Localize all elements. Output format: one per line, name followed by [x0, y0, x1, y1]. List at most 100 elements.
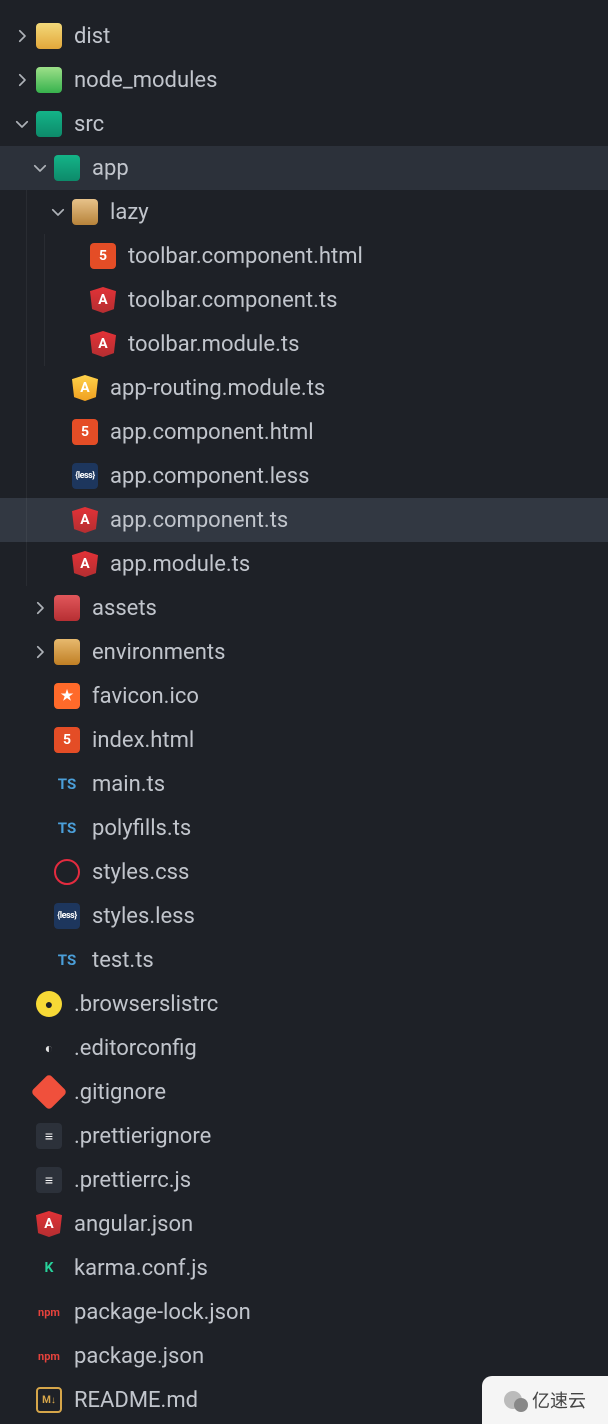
indent — [0, 410, 44, 454]
tree-item[interactable]: TS polyfills.ts — [0, 806, 608, 850]
tree-item[interactable]: 5 app.component.html — [0, 410, 608, 454]
tree-item-label: main.ts — [92, 772, 165, 797]
chevron-down-icon[interactable] — [26, 159, 54, 177]
npm-icon: npm — [36, 1299, 62, 1325]
tree-item-label: src — [74, 112, 104, 137]
tree-item[interactable]: 5 toolbar.component.html — [0, 234, 608, 278]
tree-item[interactable]: ≡ .prettierrc.js — [0, 1158, 608, 1202]
indent — [0, 806, 26, 850]
chevron-down-icon[interactable] — [44, 203, 72, 221]
tree-item[interactable]: Atoolbar.component.ts — [0, 278, 608, 322]
tree-item-label: polyfills.ts — [92, 816, 191, 841]
watermark: 亿速云 — [482, 1376, 608, 1424]
angular-ts-icon: A — [90, 287, 116, 313]
tree-item[interactable]: ★favicon.ico — [0, 674, 608, 718]
folder-lazy-icon — [72, 199, 98, 225]
md-icon: M↓ — [36, 1387, 62, 1413]
tree-item-label: app.component.html — [110, 420, 314, 445]
git-icon — [31, 1074, 68, 1111]
prettier-icon: ≡ — [36, 1167, 62, 1193]
tree-item[interactable]: Aapp-routing.module.ts — [0, 366, 608, 410]
file-tree[interactable]: dist node_modulessrc app lazy 5 toolbar.compo… — [0, 0, 608, 1422]
tree-item-label: styles.css — [92, 860, 189, 885]
chevron-right-icon[interactable] — [26, 643, 54, 661]
tree-item[interactable]: 5index.html — [0, 718, 608, 762]
tree-item-label: test.ts — [92, 948, 154, 973]
tree-item-label: dist — [74, 24, 110, 49]
indent — [0, 630, 26, 674]
indent — [0, 322, 62, 366]
tree-item-label: toolbar.component.html — [128, 244, 363, 269]
tree-item[interactable]: app — [0, 146, 608, 190]
html-icon: 5 — [90, 243, 116, 269]
folder-src-icon — [36, 111, 62, 137]
indent — [0, 674, 26, 718]
indent — [0, 894, 26, 938]
ts-icon: TS — [54, 815, 80, 841]
tree-item[interactable]: Kkarma.conf.js — [0, 1246, 608, 1290]
tree-item[interactable]: Atoolbar.module.ts — [0, 322, 608, 366]
tree-item[interactable]: ≡.prettierignore — [0, 1114, 608, 1158]
tree-item[interactable]: npmpackage-lock.json — [0, 1290, 608, 1334]
tree-item-label: .prettierrc.js — [74, 1168, 191, 1193]
tree-item[interactable]: Aapp.component.ts — [0, 498, 608, 542]
watermark-icon — [504, 1388, 528, 1412]
folder-dist-icon — [36, 23, 62, 49]
indent — [0, 542, 44, 586]
tree-item-label: assets — [92, 596, 157, 621]
tree-item-label: README.md — [74, 1388, 198, 1413]
indent — [0, 234, 62, 278]
tree-item[interactable]: {less}styles.less — [0, 894, 608, 938]
tree-item[interactable]: TS main.ts — [0, 762, 608, 806]
angular-mod-icon: A — [72, 375, 98, 401]
tree-item-label: app — [92, 156, 129, 181]
indent — [0, 190, 44, 234]
tree-item-label: app.module.ts — [110, 552, 250, 577]
tree-item[interactable]: dist — [0, 14, 608, 58]
tree-item[interactable]: .gitignore — [0, 1070, 608, 1114]
chevron-right-icon[interactable] — [8, 27, 36, 45]
ts-icon: TS — [54, 771, 80, 797]
karma-icon: K — [36, 1255, 62, 1281]
tree-item[interactable]: TStest.ts — [0, 938, 608, 982]
tree-item[interactable]: node_modules — [0, 58, 608, 102]
tree-item-label: favicon.ico — [92, 684, 199, 709]
indent — [0, 938, 26, 982]
angular-json-icon: A — [36, 1211, 62, 1237]
tree-item[interactable]: lazy — [0, 190, 608, 234]
angular-ts-icon: A — [72, 551, 98, 577]
chevron-right-icon[interactable] — [26, 599, 54, 617]
tree-item[interactable]: ● .browserslistrc — [0, 982, 608, 1026]
indent — [0, 498, 44, 542]
browserslist-icon: ● — [36, 991, 62, 1017]
tree-item[interactable]: styles.css — [0, 850, 608, 894]
indent — [0, 762, 26, 806]
tree-item[interactable]: Aangular.json — [0, 1202, 608, 1246]
chevron-right-icon[interactable] — [8, 71, 36, 89]
html-icon: 5 — [72, 419, 98, 445]
tree-item[interactable]: environments — [0, 630, 608, 674]
folder-env-icon — [54, 639, 80, 665]
tree-item-label: node_modules — [74, 68, 217, 93]
angular-ts-icon: A — [90, 331, 116, 357]
folder-assets-icon — [54, 595, 80, 621]
indent — [0, 366, 44, 410]
tree-item-label: app.component.ts — [110, 508, 288, 533]
chevron-down-icon[interactable] — [8, 115, 36, 133]
editorcfg-icon: ◐ — [36, 1035, 62, 1061]
tree-item-label: index.html — [92, 728, 194, 753]
folder-node-icon — [36, 67, 62, 93]
tree-item-label: .browserslistrc — [74, 992, 218, 1017]
tree-item[interactable]: npmpackage.json — [0, 1334, 608, 1378]
tree-item[interactable]: assets — [0, 586, 608, 630]
less-icon: {less} — [54, 903, 80, 929]
tree-item[interactable]: {less}app.component.less — [0, 454, 608, 498]
less-icon: {less} — [72, 463, 98, 489]
angular-ts-icon: A — [72, 507, 98, 533]
indent — [0, 718, 26, 762]
tree-item[interactable]: ◐.editorconfig — [0, 1026, 608, 1070]
indent — [0, 278, 62, 322]
indent — [0, 146, 26, 190]
tree-item[interactable]: Aapp.module.ts — [0, 542, 608, 586]
tree-item[interactable]: src — [0, 102, 608, 146]
